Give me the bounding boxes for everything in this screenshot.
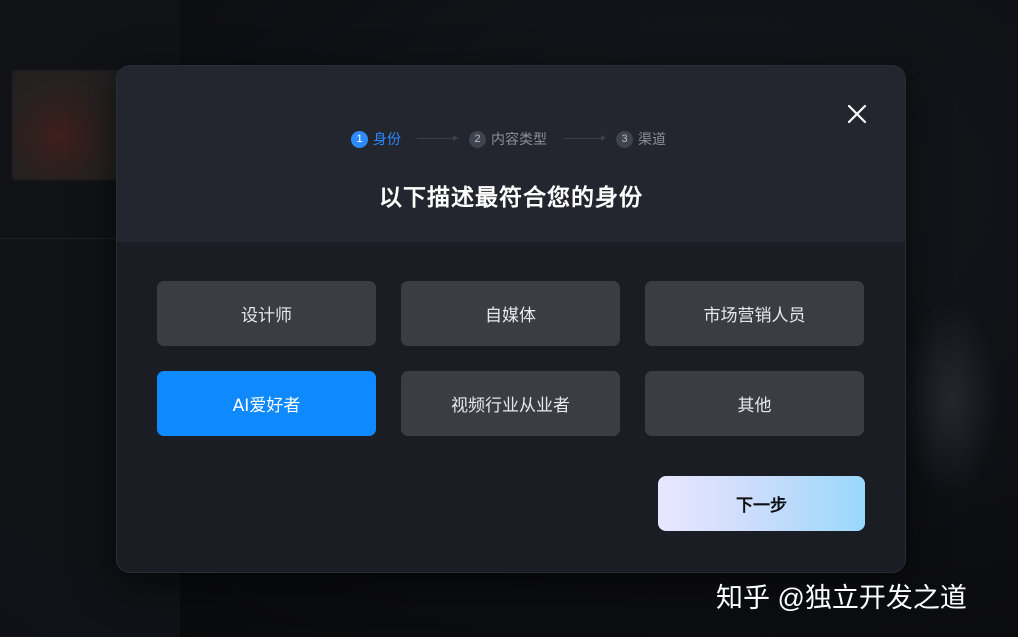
step-arrow-icon bbox=[417, 135, 458, 141]
option-marketing[interactable]: 市场营销人员 bbox=[645, 281, 864, 346]
step-arrow-icon bbox=[563, 135, 606, 141]
step-number: 3 bbox=[616, 130, 633, 148]
modal-header bbox=[117, 66, 905, 242]
close-button[interactable] bbox=[845, 102, 869, 126]
step-label: 身份 bbox=[373, 132, 401, 148]
next-button[interactable]: 下一步 bbox=[658, 476, 865, 531]
step-content-type: 2 内容类型 bbox=[469, 129, 547, 149]
step-number: 1 bbox=[351, 130, 368, 148]
option-other[interactable]: 其他 bbox=[645, 371, 864, 436]
background-thumbnail bbox=[12, 70, 120, 180]
step-channel: 3 渠道 bbox=[616, 129, 666, 149]
step-number: 2 bbox=[469, 130, 486, 148]
close-icon bbox=[847, 104, 867, 124]
watermark: 知乎 @独立开发之道 bbox=[716, 583, 967, 613]
option-ai-enthusiast[interactable]: AI爱好者 bbox=[157, 371, 376, 436]
option-self-media[interactable]: 自媒体 bbox=[401, 281, 620, 346]
stepper: 1 身份 2 内容类型 3 渠道 bbox=[117, 129, 905, 149]
step-identity: 1 身份 bbox=[351, 129, 401, 149]
background-glow bbox=[900, 300, 1000, 500]
modal-title: 以下描述最符合您的身份 bbox=[379, 185, 643, 211]
option-designer[interactable]: 设计师 bbox=[157, 281, 376, 346]
option-video-industry[interactable]: 视频行业从业者 bbox=[401, 371, 620, 436]
step-label: 渠道 bbox=[638, 132, 666, 148]
step-label: 内容类型 bbox=[491, 132, 547, 148]
onboarding-modal: 1 身份 2 内容类型 3 渠道 以下描述最符合您的身份 设计师 自媒体 市场营… bbox=[116, 65, 906, 573]
